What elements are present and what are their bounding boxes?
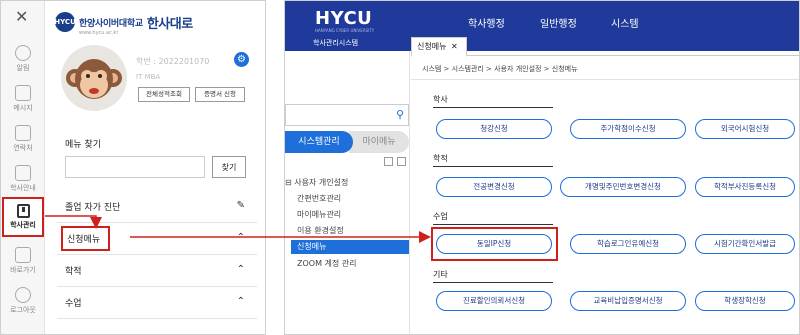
nav-academic-admin[interactable]: 학사행정 xyxy=(468,15,505,30)
logout-icon xyxy=(15,287,31,303)
menu-item-application[interactable]: 신청메뉴 ⌃ xyxy=(57,223,257,255)
collapse-all-icon[interactable] xyxy=(397,157,406,166)
tab-strip xyxy=(411,37,799,56)
section-title: 학적 xyxy=(433,154,448,163)
rail-item-contacts[interactable]: 연락처 xyxy=(1,125,45,153)
university-name: 한양사이버대학교 xyxy=(79,18,143,29)
chevron-up-icon[interactable]: ⌃ xyxy=(237,232,245,243)
logo: HYCU 한양사이버대학교 한사대로 xyxy=(54,9,193,35)
apply-button[interactable]: 교육비납입증명서신청 xyxy=(570,291,686,311)
bell-icon xyxy=(15,45,31,61)
nav-general-admin[interactable]: 일반행정 xyxy=(540,15,577,30)
section-title: 기타 xyxy=(433,270,448,279)
menu-item-label: 신청메뉴 xyxy=(61,226,111,251)
rail-label: 연락처 xyxy=(13,144,33,152)
sidebar-divider xyxy=(409,51,410,334)
menu-item-label: 수업 xyxy=(65,299,82,309)
menu-item-graduation-check[interactable]: 졸업 자가 진단 ✎ xyxy=(57,191,257,223)
close-icon[interactable]: ✕ xyxy=(451,42,458,51)
apply-button[interactable]: 학생장학신청 xyxy=(695,291,795,311)
apply-button[interactable]: 학습로그인유예신청 xyxy=(570,234,686,254)
pin-icon[interactable]: ✎ xyxy=(237,200,245,211)
tree-item[interactable]: 이용 환경설정 xyxy=(297,225,344,236)
divider xyxy=(433,282,553,283)
brand-logo: HYCU xyxy=(315,8,373,29)
brand[interactable]: HYCU HANYANG CYBER UNIVERSITY 학사관리시스템 xyxy=(285,1,405,51)
icon-rail: ✕ 알림 메시지 연락처 학사안내 학사관리 바로가기 로그아웃 xyxy=(1,1,45,334)
external-link-icon xyxy=(15,247,31,263)
divider xyxy=(433,166,553,167)
apply-button[interactable]: 전공변경신청 xyxy=(436,177,552,197)
rail-label: 알림 xyxy=(16,64,30,72)
rail-item-shortcuts[interactable]: 바로가기 xyxy=(1,247,45,275)
nav-system[interactable]: 시스템 xyxy=(611,15,639,30)
chevron-up-icon[interactable]: ⌃ xyxy=(237,264,245,275)
mobile-menu-panel: ✕ 알림 메시지 연락처 학사안내 학사관리 바로가기 로그아웃 HYCU 한양… xyxy=(0,0,266,335)
menu-search-button[interactable]: 찾기 xyxy=(212,156,246,178)
student-id: 학번 : 2022201070 xyxy=(136,57,210,66)
tree-item[interactable]: 간편번호관리 xyxy=(297,193,341,204)
menu-search-input[interactable] xyxy=(65,156,205,178)
menu-item-label: 졸업 자가 진단 xyxy=(65,203,121,213)
apply-button[interactable]: 청강신청 xyxy=(436,119,552,139)
gear-icon[interactable]: ⚙ xyxy=(234,52,249,67)
tree-item-active[interactable]: 신청메뉴 xyxy=(291,240,409,254)
apply-button[interactable]: 추가학점이수신청 xyxy=(570,119,686,139)
desktop-admin-window: HYCU HANYANG CYBER UNIVERSITY 학사관리시스템 학사… xyxy=(284,0,800,335)
tab-application-menu[interactable]: 신청메뉴 ✕ xyxy=(411,37,467,57)
sidebar-search[interactable]: ⚲ xyxy=(285,104,409,126)
rail-item-alerts[interactable]: 알림 xyxy=(1,45,45,73)
avatar xyxy=(61,45,127,111)
divider xyxy=(433,224,553,225)
tree-item[interactable]: 마이메뉴관리 xyxy=(297,209,341,220)
rail-label: 로그아웃 xyxy=(10,306,36,314)
menu-item-label: 학적 xyxy=(65,267,82,277)
chevron-up-icon[interactable]: ⌃ xyxy=(237,296,245,307)
rail-label: 바로가기 xyxy=(10,266,36,274)
department: IT MBA xyxy=(136,73,161,81)
graduation-cap-icon xyxy=(15,165,31,181)
divider xyxy=(411,79,799,80)
apply-button[interactable]: 개명및주민번호변경신청 xyxy=(560,177,686,197)
menu-item-records[interactable]: 학적 ⌃ xyxy=(57,255,257,287)
divider xyxy=(433,107,553,108)
rail-label: 메시지 xyxy=(13,104,33,112)
university-url: www.hycu.ac.kr xyxy=(79,30,119,36)
book-icon xyxy=(16,204,30,218)
contact-icon xyxy=(15,125,31,141)
apply-button[interactable]: 학적부사진등록신청 xyxy=(695,177,795,197)
menu-search-label: 메뉴 찾기 xyxy=(65,140,101,150)
system-name: 학사관리시스템 xyxy=(313,39,359,47)
rail-item-logout[interactable]: 로그아웃 xyxy=(1,287,45,315)
rail-label: 학사관리 xyxy=(10,221,36,229)
search-icon[interactable]: ⚲ xyxy=(396,108,404,121)
rail-item-academic-info[interactable]: 학사안내 xyxy=(1,165,45,193)
portal-brand: 한사대로 xyxy=(146,16,193,32)
university-emblem: HYCU xyxy=(54,12,76,32)
rail-item-academic-admin[interactable]: 학사관리 xyxy=(2,197,44,237)
apply-button[interactable]: 외국어시험신청 xyxy=(695,119,795,139)
mail-icon xyxy=(15,85,31,101)
expand-all-icon[interactable] xyxy=(384,157,393,166)
apply-button[interactable]: 진료할인의뢰서신청 xyxy=(436,291,552,311)
section-title: 수업 xyxy=(433,212,448,221)
brand-subtitle: HANYANG CYBER UNIVERSITY xyxy=(315,28,375,33)
breadcrumb: 시스템 > 시스템관리 > 사용자 개인설정 > 신청메뉴 xyxy=(422,65,578,73)
tab-my-menu[interactable]: 마이메뉴 xyxy=(349,131,409,153)
same-ip-apply-button[interactable]: 동일IP신청 xyxy=(436,234,552,254)
tree-root[interactable]: ⊟ 사용자 개인설정 xyxy=(285,177,348,188)
tab-system-admin[interactable]: 시스템관리 xyxy=(285,131,353,153)
certificate-button[interactable]: 증명서 신청 xyxy=(195,87,245,102)
rail-item-messages[interactable]: 메시지 xyxy=(1,85,45,113)
grades-button[interactable]: 전체성적조회 xyxy=(138,87,190,102)
close-icon[interactable]: ✕ xyxy=(15,9,28,25)
tree-item[interactable]: ZOOM 계정 관리 xyxy=(297,258,357,269)
apply-button[interactable]: 시험기간확인서발급 xyxy=(695,234,795,254)
section-title: 학사 xyxy=(433,95,448,104)
menu-item-classes[interactable]: 수업 ⌃ xyxy=(57,287,257,319)
tab-label: 신청메뉴 xyxy=(417,42,447,51)
rail-label: 학사안내 xyxy=(10,184,36,192)
